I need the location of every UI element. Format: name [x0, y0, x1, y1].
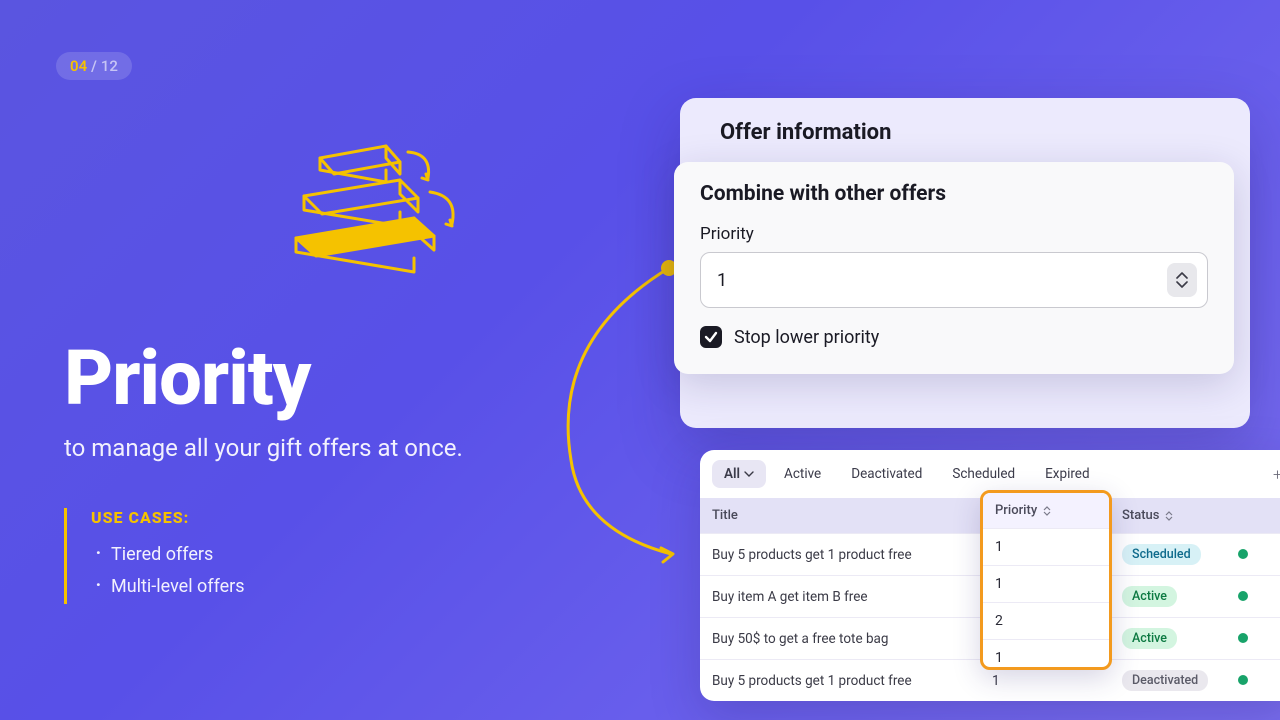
cell-title: Buy item A get item B free [700, 579, 980, 615]
cell-indicator [1226, 537, 1280, 573]
chevron-up-icon[interactable] [1176, 272, 1188, 280]
cell-status: Active [1110, 618, 1226, 659]
page-current: 04 [70, 57, 87, 75]
overlay-value: 1 [983, 565, 1109, 602]
combine-card: Combine with other offers Priority 1 Sto… [674, 162, 1234, 374]
check-icon [704, 330, 718, 344]
col-status[interactable]: Status [1110, 498, 1226, 533]
use-case-item: Multi-level offers [91, 571, 624, 603]
cell-title: Buy 5 products get 1 product free [700, 537, 980, 573]
priority-input[interactable]: 1 [700, 252, 1208, 308]
col-extra [1226, 498, 1280, 533]
tab-all[interactable]: All [712, 460, 766, 488]
page-total: 12 [101, 57, 118, 75]
headline: Priority [64, 340, 624, 416]
tab-deactivated[interactable]: Deactivated [839, 460, 934, 488]
col-title[interactable]: Title [700, 498, 980, 533]
use-case-item: Tiered offers [91, 539, 624, 571]
overlay-value: 1 [983, 528, 1109, 565]
cell-status: Deactivated [1110, 660, 1226, 701]
offers-table-panel: All Active Deactivated Scheduled Expired… [700, 450, 1280, 701]
stop-lower-checkbox[interactable] [700, 326, 722, 348]
sort-icon [1043, 506, 1051, 516]
combine-title: Combine with other offers [700, 182, 1208, 206]
cell-indicator [1226, 579, 1280, 615]
cell-title: Buy 5 products get 1 product free [700, 663, 980, 699]
priority-column-highlight: Priority 1 1 2 1 [980, 490, 1112, 670]
cell-indicator [1226, 663, 1280, 699]
stop-lower-label: Stop lower priority [734, 327, 879, 348]
chevron-down-icon[interactable] [1176, 280, 1188, 288]
status-dot-icon [1238, 549, 1248, 559]
cell-status: Scheduled [1110, 534, 1226, 575]
status-dot-icon [1238, 675, 1248, 685]
chevron-down-icon [744, 471, 754, 477]
tab-scheduled[interactable]: Scheduled [940, 460, 1027, 488]
use-cases-title: USE CASES: [91, 508, 624, 527]
add-tab-button[interactable]: + [1267, 465, 1280, 484]
cell-indicator [1226, 621, 1280, 657]
offer-information-panel: Offer information Combine with other off… [680, 98, 1250, 428]
tab-expired[interactable]: Expired [1033, 460, 1101, 488]
cell-status: Active [1110, 576, 1226, 617]
tab-active[interactable]: Active [772, 460, 833, 488]
page-counter: 04 / 12 [56, 52, 132, 80]
stacked-boxes-illustration [290, 140, 490, 280]
status-dot-icon [1238, 591, 1248, 601]
page-separator: / [91, 57, 97, 75]
overlay-value: 2 [983, 602, 1109, 639]
priority-label: Priority [700, 224, 1208, 244]
tab-label: All [724, 466, 740, 482]
priority-value: 1 [717, 270, 727, 291]
offer-panel-title: Offer information [680, 98, 1250, 153]
cell-title: Buy 50$ to get a free tote bag [700, 621, 980, 657]
overlay-value: 1 [983, 639, 1109, 670]
sort-icon [1165, 511, 1173, 521]
overlay-header: Priority [983, 493, 1109, 528]
hero-text: Priority to manage all your gift offers … [64, 340, 624, 604]
use-cases: USE CASES: Tiered offers Multi-level off… [64, 508, 624, 604]
number-stepper[interactable] [1167, 263, 1197, 297]
subheadline: to manage all your gift offers at once. [64, 434, 624, 462]
status-dot-icon [1238, 633, 1248, 643]
